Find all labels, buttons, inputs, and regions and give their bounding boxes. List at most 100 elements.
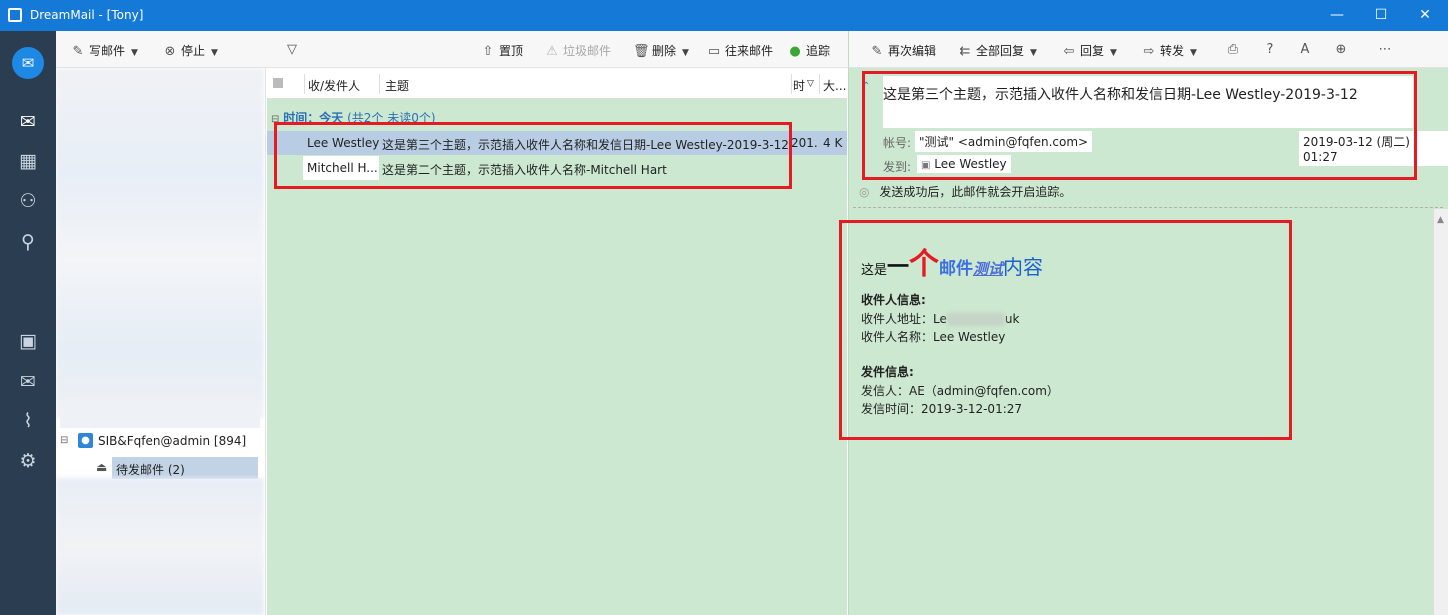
help-icon: ? — [1266, 42, 1274, 57]
related-mail-button[interactable]: ▭ 往来邮件 — [706, 42, 773, 59]
folder-pane: ⊟ ● SIB&Fqfen@admin [894] ⏏ 待发邮件 (2) — [56, 68, 266, 615]
row-size: 4 K — [823, 136, 843, 150]
edit-icon: ✎ — [871, 44, 883, 59]
maximize-button[interactable]: ☐ — [1358, 4, 1404, 26]
zoom-button[interactable]: ⊕ — [1333, 42, 1352, 57]
column-subject[interactable]: 主题 — [385, 77, 409, 94]
dreammail-home-icon[interactable]: ✉ — [12, 47, 44, 79]
account-label: SIB&Fqfen@admin [894] — [98, 434, 247, 448]
annotation-box — [274, 122, 792, 189]
reply-label: 回复 — [1080, 44, 1105, 58]
trash-icon: 🗑 — [633, 44, 650, 59]
chevron-down-icon[interactable]: ▼ — [1190, 48, 1197, 58]
annotation-box — [862, 71, 1417, 180]
edit-again-label: 再次编辑 — [888, 44, 937, 58]
pin-button[interactable]: ⇧ 置顶 — [480, 42, 523, 59]
stop-button[interactable]: ⊗ 停止 ▼ — [162, 42, 218, 59]
folder-row-blurred — [60, 400, 260, 428]
reply-all-icon: ⇇ — [959, 44, 971, 59]
filter-icon: ▽ — [287, 42, 297, 57]
chevron-down-icon[interactable]: ▼ — [1110, 48, 1117, 58]
message-body: 这是一个邮件测试内容 收件人信息: 收件人地址：Le uk 收件人名称：Lee W… — [839, 209, 1433, 615]
track-icon: ● — [789, 44, 801, 59]
scroll-up-icon[interactable]: ▲ — [1437, 215, 1444, 225]
account-icon: ● — [78, 433, 93, 448]
column-size[interactable]: 大... — [823, 77, 846, 94]
track-note-text: 发送成功后，此邮件就会开启追踪。 — [879, 185, 1072, 199]
column-from[interactable]: 收/发件人 — [308, 77, 360, 94]
reader-toolbar: ✎ 再次编辑 ⇇ 全部回复 ▼ ⇦ 回复 ▼ ⇨ 转发 ▼ ⎙ ? A ⊕ ⋯ — [849, 31, 1448, 68]
divider — [853, 207, 1443, 208]
track-button[interactable]: ● 追踪 — [787, 42, 830, 59]
flag-column-icon[interactable] — [273, 78, 283, 88]
window-title: DreamMail - [Tony] — [30, 8, 144, 22]
address-book-icon[interactable]: ▣ — [13, 326, 43, 356]
junk-button[interactable]: ⚠ 垃圾邮件 — [544, 42, 611, 59]
contacts-icon[interactable]: ⚇ — [13, 186, 43, 216]
chevron-down-icon[interactable]: ▼ — [1030, 48, 1037, 58]
close-button[interactable]: ✕ — [1402, 4, 1448, 26]
chevron-down-icon[interactable]: ▼ — [211, 48, 218, 58]
outbox-icon: ⏏ — [96, 460, 108, 474]
junk-icon: ⚠ — [546, 44, 558, 59]
main-toolbar: ✎ 写邮件 ▼ ⊗ 停止 ▼ ▽ ⇧ 置顶 ⚠ 垃圾邮件 🗑 删除 ▼ ▭ 往来邮件 ● 追踪 — [56, 31, 848, 68]
zoom-in-icon: ⊕ — [1335, 42, 1347, 57]
help-button[interactable]: ? — [1262, 42, 1281, 57]
track-label: 追踪 — [806, 44, 831, 58]
compose-button[interactable]: ✎ 写邮件 ▼ — [70, 42, 138, 59]
translate-button[interactable]: A — [1297, 42, 1316, 57]
account-folder[interactable]: ⊟ ● SIB&Fqfen@admin [894] — [60, 433, 265, 453]
column-date[interactable]: 时 — [793, 77, 805, 94]
junk-label: 垃圾邮件 — [563, 44, 612, 58]
list-header: 收/发件人 主题 时 ▽ 大... — [267, 68, 847, 99]
calendar-icon[interactable]: ▦ — [13, 146, 43, 176]
forward-label: 转发 — [1160, 44, 1185, 58]
stop-icon: ⊗ — [164, 44, 176, 59]
app-logo-icon — [8, 8, 22, 22]
minimize-button[interactable]: — — [1314, 4, 1360, 26]
print-icon: ⎙ — [1227, 42, 1239, 57]
annotation-box — [839, 220, 1292, 440]
chevron-down-icon[interactable]: ▼ — [131, 48, 138, 58]
attachment-icon[interactable]: ⌇ — [13, 406, 43, 436]
reply-all-label: 全部回复 — [976, 44, 1025, 58]
folder-tree-blurred-lower — [56, 478, 264, 615]
mail-icon[interactable]: ✉ — [13, 107, 43, 137]
reading-pane: ✎ 再次编辑 ⇇ 全部回复 ▼ ⇦ 回复 ▼ ⇨ 转发 ▼ ⎙ ? A ⊕ ⋯ ⌃ 这是第三个… — [839, 31, 1448, 615]
collapse-icon[interactable]: ⊟ — [60, 435, 68, 446]
forward-icon: ⇨ — [1143, 44, 1155, 59]
row-date: 201... — [791, 136, 819, 150]
compose-icon: ✎ — [72, 44, 84, 59]
outbox-folder[interactable]: ⏏ 待发邮件 (2) — [96, 457, 258, 479]
filter-button[interactable]: ▽ — [284, 42, 303, 57]
related-mail-label: 往来邮件 — [725, 44, 774, 58]
pin-label: 置顶 — [499, 44, 524, 58]
more-button[interactable]: ⋯ — [1377, 42, 1396, 57]
conversation-icon: ▭ — [707, 44, 721, 59]
search-icon[interactable]: ⚲ — [13, 227, 43, 257]
track-notice: ◎ 发送成功后，此邮件就会开启追踪。 — [859, 183, 1439, 203]
track-status-icon: ◎ — [859, 185, 870, 199]
print-button[interactable]: ⎙ — [1225, 42, 1244, 57]
stop-label: 停止 — [181, 44, 206, 58]
more-icon: ⋯ — [1378, 42, 1392, 57]
outbox-label: 待发邮件 (2) — [116, 463, 185, 477]
title-bar: DreamMail - [Tony] — ☐ ✕ — [0, 0, 1448, 31]
reply-all-button[interactable]: ⇇ 全部回复 ▼ — [957, 42, 1037, 59]
delete-button[interactable]: 🗑 删除 ▼ — [633, 42, 689, 59]
pin-icon: ⇧ — [482, 44, 494, 59]
reply-icon: ⇦ — [1063, 44, 1075, 59]
delete-label: 删除 — [652, 44, 677, 58]
reply-button[interactable]: ⇦ 回复 ▼ — [1061, 42, 1117, 59]
forward-button[interactable]: ⇨ 转发 ▼ — [1141, 42, 1197, 59]
settings-icon[interactable]: ⚙ — [13, 446, 43, 476]
compose-label: 写邮件 — [89, 44, 126, 58]
message-list: 收/发件人 主题 时 ▽ 大... ⊟ 时间：今天 (共2个 未读0个) Lee… — [267, 68, 847, 615]
mail-out-icon[interactable]: ✉ — [13, 367, 43, 397]
folder-tree-blurred — [56, 68, 264, 418]
body-scrollbar[interactable]: ▲ — [1433, 209, 1448, 615]
sort-icon[interactable]: ▽ — [807, 79, 814, 89]
chevron-down-icon[interactable]: ▼ — [682, 48, 689, 58]
edit-again-button[interactable]: ✎ 再次编辑 — [869, 42, 936, 59]
translate-icon: A — [1300, 42, 1310, 57]
